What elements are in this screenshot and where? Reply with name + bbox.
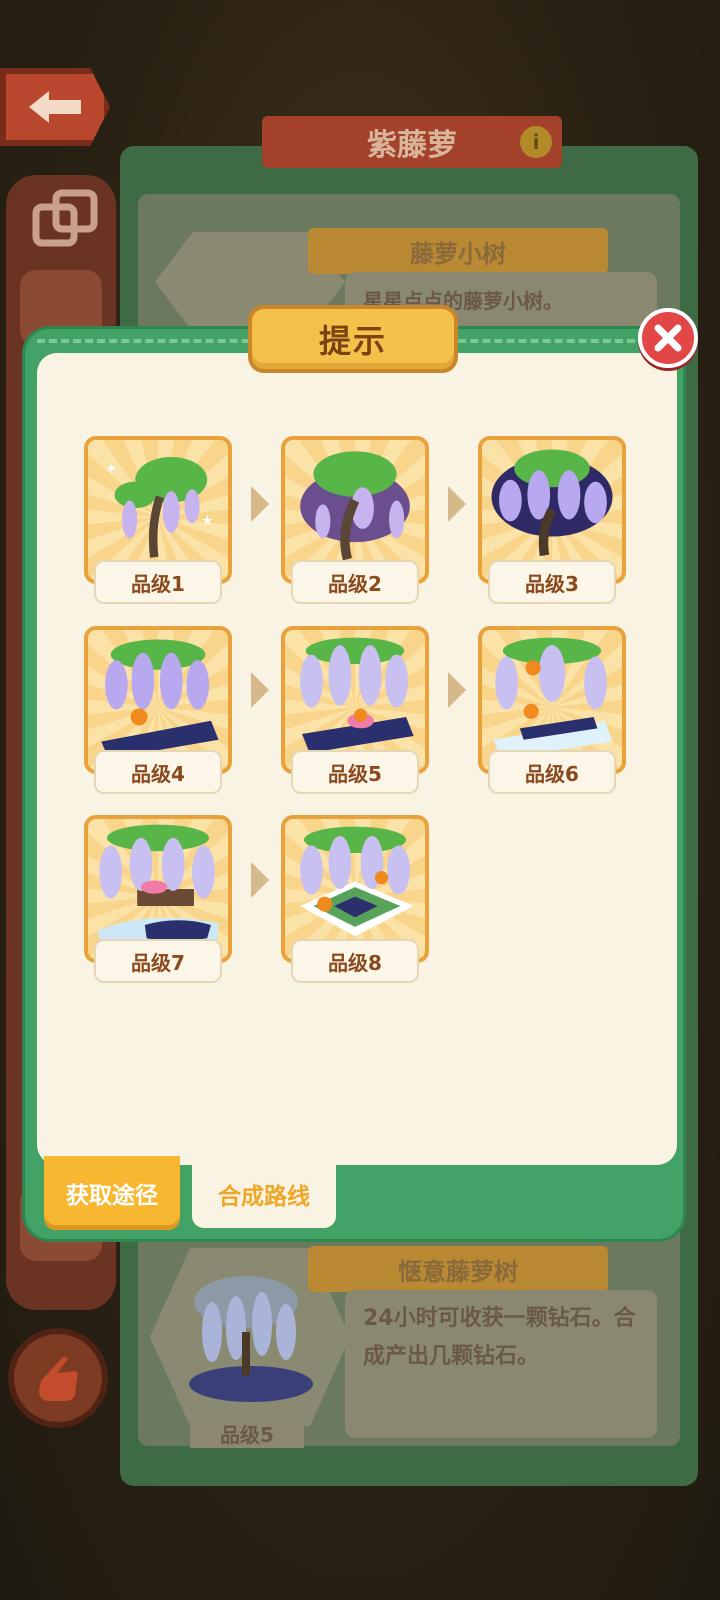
grade-tile[interactable]: ✦ ★ 品级1 bbox=[84, 436, 232, 606]
hand-button[interactable] bbox=[8, 1328, 108, 1428]
tab-source[interactable]: 获取途径 bbox=[44, 1156, 180, 1230]
wisteria-tree-icon bbox=[101, 639, 219, 759]
svg-text:✦: ✦ bbox=[105, 460, 118, 478]
item-title-text: 紫藤萝 bbox=[367, 128, 457, 163]
grade-label: 品级7 bbox=[94, 939, 222, 983]
grade-tile[interactable]: 品级7 bbox=[84, 815, 232, 985]
grade-tile[interactable]: 品级8 bbox=[281, 815, 429, 985]
wisteria-tree-icon: ✦★ bbox=[105, 457, 214, 558]
next-arrow-icon bbox=[249, 484, 271, 524]
close-button[interactable] bbox=[638, 308, 698, 368]
card-bottom-desc: 24小时可收获一颗钻石。合成产出几颗钻石。 bbox=[345, 1290, 657, 1438]
close-icon bbox=[654, 324, 682, 352]
next-arrow-icon bbox=[249, 670, 271, 710]
back-button[interactable] bbox=[0, 68, 110, 146]
grade-label: 品级8 bbox=[291, 939, 419, 983]
wisteria-tree-icon bbox=[300, 451, 410, 561]
grade-label: 品级5 bbox=[291, 750, 419, 794]
copy-icon[interactable] bbox=[32, 189, 98, 249]
grade-label: 品级1 bbox=[94, 560, 222, 604]
tab-synthesis-route[interactable]: 合成路线 bbox=[192, 1160, 336, 1228]
grade-tile[interactable]: 品级4 bbox=[84, 626, 232, 796]
wisteria-tree-icon bbox=[300, 826, 414, 937]
dialog-title: 提示 bbox=[248, 305, 458, 373]
grade-tile[interactable]: 品级3 bbox=[478, 436, 626, 606]
next-arrow-icon bbox=[446, 484, 468, 524]
grade-tile[interactable]: 品级2 bbox=[281, 436, 429, 606]
info-icon[interactable]: i bbox=[520, 126, 552, 158]
hand-icon bbox=[39, 1357, 78, 1401]
next-arrow-icon bbox=[446, 670, 468, 710]
wisteria-tree-icon bbox=[189, 1276, 313, 1402]
back-arrow-icon bbox=[29, 91, 81, 123]
card-bottom-grade: 品级5 bbox=[190, 1418, 304, 1448]
item-title: 紫藤萝 i bbox=[262, 116, 562, 168]
card-top-name: 藤萝小树 bbox=[308, 228, 608, 274]
grade-label: 品级3 bbox=[488, 560, 616, 604]
next-arrow-icon bbox=[249, 860, 271, 900]
card-bottom-name: 惬意藤萝树 bbox=[308, 1246, 608, 1292]
grade-label: 品级4 bbox=[94, 750, 222, 794]
grade-tile[interactable]: 品级5 bbox=[281, 626, 429, 796]
wisteria-tree-icon bbox=[300, 637, 414, 753]
wisteria-tree-icon bbox=[493, 637, 613, 759]
grade-label: 品级2 bbox=[291, 560, 419, 604]
svg-text:★: ★ bbox=[202, 514, 214, 529]
wisteria-tree-icon bbox=[97, 824, 219, 952]
wisteria-tree-icon bbox=[491, 449, 613, 557]
grade-tile[interactable]: 品级6 bbox=[478, 626, 626, 796]
grade-label: 品级6 bbox=[488, 750, 616, 794]
